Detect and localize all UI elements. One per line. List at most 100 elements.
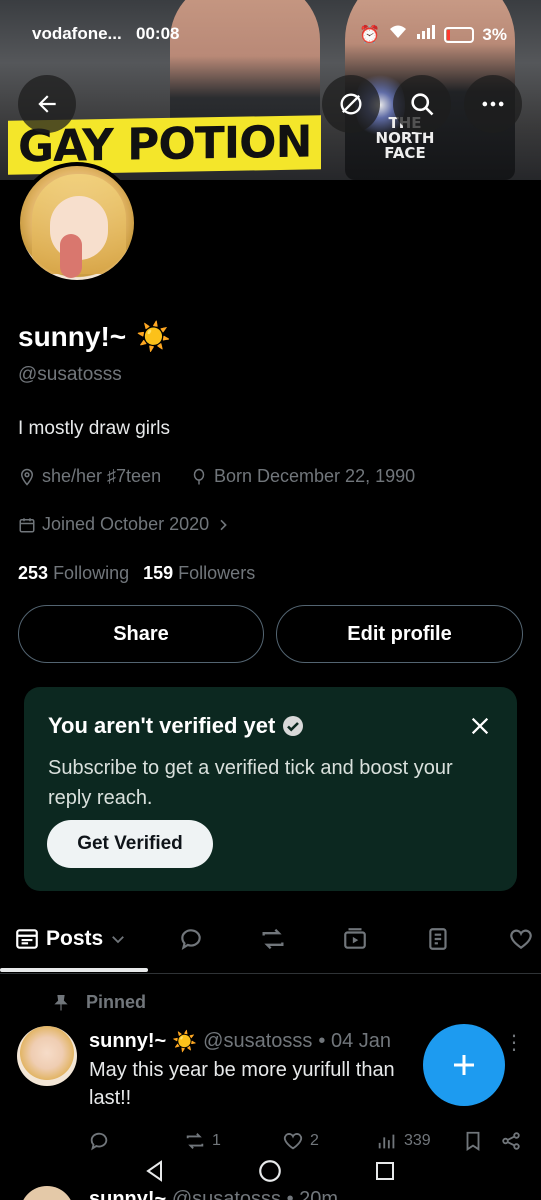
follow-stats: 253 Following 159 Followers — [18, 563, 255, 584]
more-icon — [482, 101, 504, 107]
share-icon — [502, 1132, 520, 1150]
views-action[interactable]: 339 — [376, 1130, 431, 1152]
system-home-button[interactable] — [257, 1158, 283, 1184]
verify-card: You aren't verified yet Subscribe to get… — [24, 687, 517, 891]
bookmark-icon — [466, 1131, 480, 1151]
location-info: she/her ♯7teen — [18, 466, 161, 487]
heart-icon — [510, 929, 532, 949]
tab-posts[interactable]: Posts — [14, 914, 127, 964]
avatar[interactable] — [16, 162, 138, 284]
bio: I mostly draw girls — [18, 418, 171, 439]
status-bar: vodafone... 00:08 ⏰ 3% — [0, 18, 541, 54]
views-count: 339 — [404, 1132, 431, 1149]
following-count: 253 — [18, 563, 49, 583]
chevron-right-icon — [220, 519, 227, 530]
post-more-button[interactable]: ⋮ — [504, 1030, 524, 1055]
post-header: sunny!~ ☀️ @susatosss • 04 Jan — [89, 1029, 391, 1054]
video-icon — [344, 928, 366, 949]
compose-button[interactable] — [423, 1024, 505, 1106]
tab-likes[interactable] — [506, 924, 536, 954]
battery-percent: 3% — [482, 24, 507, 44]
balloon-icon — [193, 468, 205, 484]
plus-icon — [454, 1055, 474, 1075]
repost-count: 1 — [212, 1132, 221, 1149]
arrow-left-icon — [38, 95, 56, 113]
reply-icon — [181, 929, 201, 951]
close-button[interactable] — [465, 711, 495, 741]
search-icon — [411, 93, 434, 116]
reply-icon — [90, 1132, 108, 1151]
status-icons: ⏰ 3% — [359, 24, 507, 45]
close-icon — [471, 717, 489, 735]
back-button[interactable] — [18, 75, 76, 133]
profile-name-row: sunny!~ ☀️ — [18, 320, 171, 353]
bookmark-action[interactable] — [462, 1130, 484, 1152]
circle-home-icon — [259, 1160, 281, 1182]
search-button[interactable] — [393, 75, 451, 133]
like-count: 2 — [310, 1132, 319, 1149]
tab-reposts[interactable] — [258, 924, 288, 954]
share-button[interactable]: Share — [18, 605, 264, 663]
share-action[interactable] — [500, 1130, 522, 1152]
post-author-name[interactable]: sunny!~ — [89, 1030, 166, 1053]
next-post-handle: @susatosss — [171, 1188, 282, 1200]
reply-action[interactable] — [88, 1130, 110, 1152]
sun-emoji-icon: ☀️ — [136, 321, 172, 352]
birthday-text: Born December 22, 1990 — [214, 466, 416, 486]
followers-label: Followers — [178, 563, 256, 583]
verify-card-body: Subscribe to get a verified tick and boo… — [48, 757, 453, 809]
repost-icon — [262, 928, 284, 950]
more-options-button[interactable] — [464, 75, 522, 133]
pin-icon — [54, 994, 68, 1010]
post-text: May this year be more yurifull than last… — [89, 1059, 395, 1109]
grok-button[interactable] — [322, 75, 380, 133]
grok-icon — [340, 93, 362, 115]
joined-text: Joined October 2020 — [42, 514, 210, 534]
birthday-info: Born December 22, 1990 — [190, 466, 415, 487]
tab-articles[interactable] — [424, 924, 454, 954]
following-link[interactable]: 253 Following — [18, 563, 129, 584]
followers-link[interactable]: 159 Followers — [143, 563, 255, 584]
article-icon — [429, 928, 447, 950]
next-post-avatar[interactable] — [20, 1186, 74, 1200]
location-pin-icon — [20, 468, 34, 486]
get-verified-button[interactable]: Get Verified — [47, 820, 213, 868]
next-post-header: sunny!~ @susatosss • 20m — [89, 1188, 338, 1200]
pronouns-text: she/her ♯7teen — [42, 466, 162, 486]
verify-card-title: You aren't verified yet — [48, 713, 276, 738]
heart-icon — [283, 1133, 303, 1150]
verify-card-title-row: You aren't verified yet — [48, 713, 305, 739]
chevron-down-icon — [112, 936, 125, 944]
system-back-button[interactable] — [142, 1158, 168, 1184]
repost-action[interactable]: 1 — [184, 1130, 221, 1152]
following-label: Following — [53, 563, 130, 583]
clock: 00:08 — [136, 24, 180, 43]
followers-count: 159 — [143, 563, 174, 583]
post-author-handle: @susatosss — [203, 1030, 313, 1052]
tab-posts-label: Posts — [46, 927, 104, 950]
repost-icon — [186, 1133, 204, 1149]
tab-replies[interactable] — [176, 924, 206, 954]
sun-emoji-icon: ☀️ — [172, 1031, 198, 1053]
username-handle: @susatosss — [18, 364, 122, 385]
next-post-author: sunny!~ — [89, 1188, 167, 1200]
edit-profile-button[interactable]: Edit profile — [276, 605, 523, 663]
triangle-back-icon — [146, 1160, 162, 1182]
signal-icon — [416, 24, 436, 45]
post-avatar[interactable] — [17, 1026, 77, 1086]
battery-icon — [444, 26, 475, 43]
verified-badge-icon — [283, 716, 304, 736]
pinned-indicator: Pinned — [52, 992, 146, 1013]
wifi-icon — [388, 24, 408, 45]
system-recents-button[interactable] — [372, 1158, 398, 1184]
calendar-icon — [19, 517, 35, 532]
pinned-label: Pinned — [86, 992, 147, 1012]
display-name: sunny!~ — [18, 320, 127, 352]
tab-media[interactable] — [340, 924, 370, 954]
carrier-name: vodafone... — [32, 24, 122, 43]
square-recents-icon — [376, 1162, 394, 1180]
posts-icon — [16, 929, 38, 949]
next-post-time: • 20m — [286, 1188, 339, 1200]
like-action[interactable]: 2 — [282, 1130, 319, 1152]
joined-info[interactable]: Joined October 2020 — [18, 514, 231, 535]
